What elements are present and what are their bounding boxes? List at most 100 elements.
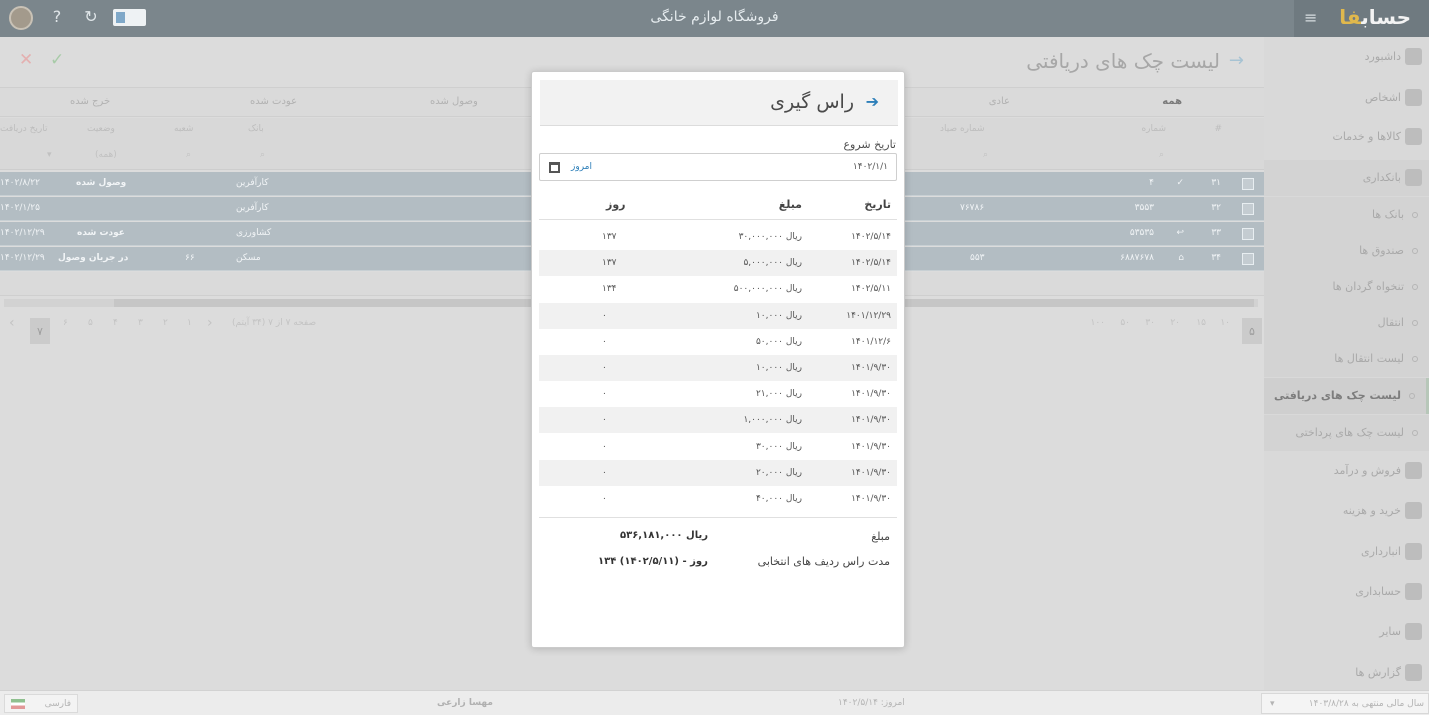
col-status-header[interactable]: وضعیت <box>87 124 115 134</box>
check-icon[interactable]: ✓ <box>50 50 64 70</box>
page-5[interactable]: ۵ <box>88 318 93 328</box>
table-row[interactable]: ۱۴۰۱/۹/۳۰ ۱۰,۰۰۰ ریال ۰ <box>539 355 897 381</box>
calendar-icon[interactable] <box>549 162 560 173</box>
page-6[interactable]: ۶ <box>63 318 68 328</box>
row-index: ۳۴ <box>1211 253 1221 263</box>
start-date-value: ۱۴۰۲/۱/۱ <box>852 162 888 172</box>
col-serial-header[interactable]: شماره صیاد <box>940 124 985 134</box>
search-icon[interactable]: ⌕ <box>260 150 265 160</box>
close-icon[interactable]: ✕ <box>19 50 33 70</box>
today-button[interactable]: امروز <box>571 162 592 172</box>
row-checkbox[interactable] <box>1242 253 1254 265</box>
page-size-50[interactable]: ۵۰ <box>1120 318 1130 328</box>
row-index: ۳۲ <box>1211 203 1221 213</box>
page-size-15[interactable]: ۱۵ <box>1196 318 1206 328</box>
sidebar-item-dashboard[interactable]: داشبورد <box>1264 39 1429 75</box>
page-3[interactable]: ۳ <box>138 318 143 328</box>
row-amount: ۲۱,۰۰۰ ریال <box>755 389 802 400</box>
tab-spent[interactable]: خرج شده <box>70 96 110 107</box>
table-row[interactable]: ۱۴۰۱/۱۲/۶ ۵۰,۰۰۰ ریال ۰ <box>539 329 897 355</box>
sidebar-item-accounting[interactable]: حسابداری <box>1264 574 1429 610</box>
table-row[interactable]: ۱۴۰۱/۹/۳۰ ۳۰,۰۰۰ ریال ۰ <box>539 434 897 460</box>
table-row[interactable]: ۱۴۰۲/۵/۱۴ ۵,۰۰۰,۰۰۰ ریال ۱۳۷ <box>539 250 897 277</box>
sidebar-item-transfer[interactable]: انتقال <box>1264 305 1429 341</box>
tab-collected[interactable]: وصول شده <box>430 96 478 107</box>
page-size-100[interactable]: ۱۰۰ <box>1090 318 1105 328</box>
table-row[interactable]: ۱۴۰۱/۹/۳۰ ۲۱,۰۰۰ ریال ۰ <box>539 381 897 407</box>
row-index: ۳۳ <box>1211 228 1221 238</box>
chevron-down-icon[interactable]: ▾ <box>47 150 52 160</box>
dashboard-icon <box>1405 48 1422 65</box>
col-bank-header[interactable]: بانک <box>248 124 264 134</box>
row-bank: کشاورزی <box>236 228 272 238</box>
sidebar-item-label: لیست انتقال ها <box>1334 352 1404 365</box>
row-bank: کارآفرین <box>236 178 269 188</box>
sidebar-item-products[interactable]: کالاها و خدمات <box>1264 119 1429 155</box>
chevron-right-icon[interactable]: › <box>207 315 213 331</box>
row-bank: مسکن <box>236 253 261 263</box>
sidebar-item-banks[interactable]: بانک ها <box>1264 197 1429 233</box>
sidebar-item-label: داشبورد <box>1364 50 1401 63</box>
page-2[interactable]: ۲ <box>163 318 168 328</box>
page-1[interactable]: ۱ <box>187 318 192 328</box>
circle-icon <box>1409 393 1415 399</box>
sidebar-item-label: لیست چک های پرداختی <box>1295 426 1404 439</box>
col-amount-header: مبلغ <box>778 198 802 211</box>
back-arrow-icon[interactable]: ➔ <box>866 92 879 111</box>
tab-normal[interactable]: عادی <box>989 96 1010 107</box>
table-row[interactable]: ۱۴۰۲/۵/۱۱ ۵۰۰,۰۰۰,۰۰۰ ریال ۱۳۴ <box>539 276 897 302</box>
row-checkbox[interactable] <box>1242 228 1254 240</box>
sidebar-item-warehouse[interactable]: انبارداری <box>1264 534 1429 570</box>
search-icon[interactable]: ⌕ <box>186 150 191 160</box>
row-checkbox[interactable] <box>1242 203 1254 215</box>
sidebar-item-cashboxes[interactable]: صندوق ها <box>1264 233 1429 269</box>
chevron-left-icon[interactable]: ‹ <box>9 315 15 331</box>
col-date-header[interactable]: تاریخ دریافت <box>0 124 48 134</box>
ledger-icon <box>1405 583 1422 600</box>
search-icon[interactable]: ⌕ <box>983 150 988 160</box>
search-icon[interactable]: ⌕ <box>1159 150 1164 160</box>
today-date: امروز: ۱۴۰۲/۵/۱۴ <box>838 698 905 708</box>
table-row[interactable]: ۱۴۰۱/۹/۳۰ ۱,۰۰۰,۰۰۰ ریال ۰ <box>539 407 897 434</box>
fiscal-year-select[interactable]: ▾ سال مالی منتهی به ۱۴۰۳/۸/۲۸ <box>1261 693 1429 714</box>
sales-icon <box>1405 462 1422 479</box>
modal-title: راس گیری <box>770 91 854 113</box>
col-number-header[interactable]: شماره <box>1141 124 1166 134</box>
sidebar-item-label: بانک ها <box>1372 208 1404 221</box>
col-branch-header[interactable]: شعبه <box>174 124 193 134</box>
start-date-field[interactable]: ۱۴۰۲/۱/۱ امروز <box>539 153 897 181</box>
row-checkbox[interactable] <box>1242 178 1254 190</box>
table-row[interactable]: ۱۴۰۱/۹/۳۰ ۲۰,۰۰۰ ریال ۰ <box>539 459 897 486</box>
sidebar-item-purchases[interactable]: خرید و هزینه <box>1264 493 1429 529</box>
sidebar-item-other[interactable]: سایر <box>1264 614 1429 650</box>
row-date: ۱۴۰۲/۵/۱۴ <box>851 232 891 242</box>
row-days: ۰ <box>602 389 607 400</box>
tab-all[interactable]: همه <box>1162 96 1182 107</box>
page-size-20[interactable]: ۲۰ <box>1170 318 1180 328</box>
page-7[interactable]: ۷ <box>30 318 50 344</box>
sidebar-item-paid-cheques[interactable]: لیست چک های پرداختی <box>1264 415 1429 451</box>
table-row[interactable]: ۱۴۰۲/۵/۱۴ ۳۰,۰۰۰,۰۰۰ ریال ۱۳۷ <box>539 224 897 250</box>
sidebar-item-transfer-list[interactable]: لیست انتقال ها <box>1264 341 1429 377</box>
sidebar-item-reports[interactable]: گزارش ها <box>1264 655 1429 691</box>
page-4[interactable]: ۴ <box>113 318 118 328</box>
tab-returned[interactable]: عودت شده <box>250 96 297 107</box>
row-number: ۵۳۵۳۵ <box>1129 228 1154 238</box>
row-amount: ۵۰,۰۰۰ ریال <box>755 336 802 347</box>
sidebar-item-banking[interactable]: بانکداری <box>1264 160 1429 196</box>
table-row[interactable]: ۱۴۰۱/۱۲/۲۹ ۱۰,۰۰۰ ریال ۰ <box>539 302 897 329</box>
table-row[interactable]: ۱۴۰۱/۹/۳۰ ۴۰,۰۰۰ ریال ۰ <box>539 486 897 512</box>
page-size-5[interactable]: ۵ <box>1242 318 1262 344</box>
sidebar-item-received-cheques[interactable]: لیست چک های دریافتی <box>1264 378 1429 414</box>
back-arrow-icon[interactable]: → <box>1229 50 1244 71</box>
sidebar-item-petty-cash[interactable]: تنخواه گردان ها <box>1264 269 1429 305</box>
language-select[interactable]: فارسی <box>4 694 78 713</box>
sidebar-item-sales[interactable]: فروش و درآمد <box>1264 453 1429 489</box>
due-date-modal: ➔ راس گیری تاریخ شروع ۱۴۰۲/۱/۱ امروز تار… <box>531 71 905 648</box>
status-filter-select[interactable]: (همه) <box>95 150 117 160</box>
hamburger-icon[interactable]: ≡ <box>1304 8 1317 27</box>
page-size-10[interactable]: ۱۰ <box>1220 318 1230 328</box>
page-size-30[interactable]: ۳۰ <box>1145 318 1155 328</box>
col-index-header[interactable]: # <box>1214 124 1222 134</box>
sidebar-item-persons[interactable]: اشخاص <box>1264 80 1429 116</box>
